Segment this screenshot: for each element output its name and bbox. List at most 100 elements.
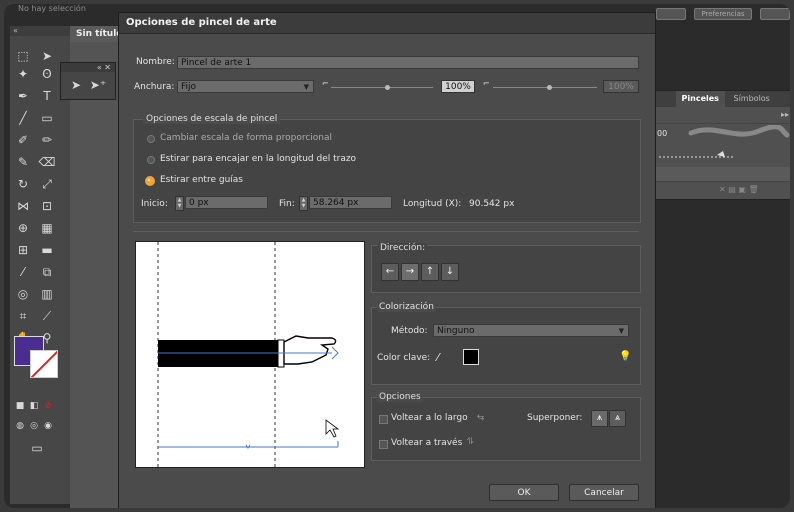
overlap-adjust-button[interactable]: ⩚ bbox=[591, 410, 608, 427]
key-color-swatch[interactable] bbox=[463, 349, 479, 365]
overlap-none-button[interactable]: ⩓ bbox=[609, 410, 626, 427]
width-slider-knob[interactable] bbox=[385, 85, 390, 90]
brush-row-selected[interactable] bbox=[655, 167, 790, 182]
brush-size-label: 00 bbox=[657, 129, 668, 138]
brush-preview bbox=[135, 241, 365, 468]
width-select-value: Fijo bbox=[181, 82, 197, 92]
end-input[interactable]: 58.264 px bbox=[309, 196, 392, 209]
direction-left-button[interactable]: ← bbox=[381, 263, 399, 281]
length-label: Longitud (X): bbox=[403, 199, 462, 209]
variation-percent-field[interactable]: 100% bbox=[603, 80, 639, 93]
type-tool-icon[interactable]: T bbox=[38, 88, 56, 104]
stretch-between-guides-radio[interactable] bbox=[145, 176, 155, 186]
draw-normal-icon[interactable]: ◍ bbox=[14, 418, 26, 434]
width-label: Anchura: bbox=[134, 82, 175, 92]
width-min-icon: ⌐ bbox=[322, 79, 329, 88]
start-stepper[interactable]: ▲ ▼ bbox=[175, 196, 184, 211]
calligraphic-brush-preview[interactable] bbox=[685, 125, 790, 141]
gradient-mode-icon[interactable]: ◧ bbox=[28, 398, 40, 414]
right-toolbar: Preferencias bbox=[654, 4, 790, 24]
flyout-selection-icon[interactable]: ➤ bbox=[67, 77, 85, 93]
lasso-tool-icon[interactable]: ʘ bbox=[38, 66, 56, 82]
variation-slider-knob[interactable] bbox=[547, 85, 552, 90]
symbol-sprayer-tool-icon[interactable]: ◎ bbox=[14, 286, 32, 302]
width-max-icon: ⌐ bbox=[483, 79, 490, 88]
method-label: Método: bbox=[391, 326, 428, 336]
screen-mode-icon[interactable]: ▭ bbox=[28, 440, 46, 456]
none-mode-icon[interactable]: ⊘ bbox=[42, 398, 54, 414]
flyout-add-anchor-icon[interactable]: ➤⁺ bbox=[89, 77, 107, 93]
width-tool-icon[interactable]: ⋈ bbox=[14, 198, 32, 214]
chevron-down-icon: ▼ bbox=[303, 83, 309, 91]
draw-behind-icon[interactable]: ◎ bbox=[28, 418, 40, 434]
overlap-label: Superponer: bbox=[527, 413, 583, 423]
blend-tool-icon[interactable]: ⧉ bbox=[38, 264, 56, 280]
flyout-close-icon[interactable]: « ✕ bbox=[61, 63, 115, 72]
flip-across-checkbox[interactable] bbox=[379, 440, 388, 449]
tools-flyout-panel: « ✕ ➤ ➤⁺ bbox=[60, 62, 116, 100]
workspace-pill[interactable] bbox=[760, 8, 790, 20]
flip-along-checkbox[interactable] bbox=[379, 415, 388, 424]
options-group bbox=[371, 397, 641, 461]
direct-selection-tool-icon[interactable]: ➤ bbox=[38, 48, 56, 64]
method-select[interactable]: Ninguno ▼ bbox=[433, 324, 629, 337]
eyedropper-icon[interactable]: ⁄ bbox=[437, 351, 439, 364]
eyedropper-tool-icon[interactable]: ⁄ bbox=[14, 264, 32, 280]
brush-preview-canvas bbox=[157, 242, 340, 467]
stroke-color-swatch[interactable] bbox=[30, 350, 58, 378]
start-label: Inicio: bbox=[141, 199, 168, 209]
stretch-to-fit-radio[interactable] bbox=[147, 156, 155, 164]
slice-tool-icon[interactable]: ⟋ bbox=[38, 308, 56, 324]
tab-brushes[interactable]: Pinceles bbox=[675, 91, 725, 107]
flip-across-label: Voltear a través bbox=[391, 438, 463, 448]
gradient-tool-icon[interactable]: ▬ bbox=[38, 242, 56, 258]
colorization-group bbox=[371, 307, 641, 385]
draw-inside-icon[interactable]: ◉ bbox=[42, 418, 54, 434]
rectangle-tool-icon[interactable]: ▭ bbox=[38, 110, 56, 126]
end-stepper[interactable]: ▲ ▼ bbox=[299, 196, 308, 211]
fill-mode-icon[interactable]: ■ bbox=[14, 398, 26, 414]
brush-library-icon[interactable]: ✕ ▤ ▣ 🗑 bbox=[719, 185, 759, 194]
key-color-label: Color clave: bbox=[377, 353, 431, 363]
brush-row[interactable] bbox=[655, 109, 790, 124]
pen-tool-icon[interactable]: ✒ bbox=[14, 88, 32, 104]
tools-panel-header[interactable]: « bbox=[10, 26, 70, 36]
width-slider-track[interactable] bbox=[331, 87, 433, 88]
rotate-tool-icon[interactable]: ↻ bbox=[14, 176, 32, 192]
colorization-title: Colorización bbox=[377, 302, 436, 312]
direction-up-button[interactable]: ↑ bbox=[421, 263, 439, 281]
variation-slider-track[interactable] bbox=[493, 87, 597, 88]
name-input[interactable]: Pincel de arte 1 bbox=[177, 56, 639, 69]
toolbar-pill[interactable] bbox=[656, 8, 686, 20]
line-tool-icon[interactable]: ╱ bbox=[14, 110, 32, 126]
length-value: 90.542 px bbox=[469, 199, 515, 209]
tab-symbols[interactable]: Símbolos bbox=[728, 91, 776, 107]
free-transform-tool-icon[interactable]: ⊡ bbox=[38, 198, 56, 214]
ok-button[interactable]: OK bbox=[489, 484, 559, 501]
shape-builder-tool-icon[interactable]: ⊕ bbox=[14, 220, 32, 236]
selection-tool-icon[interactable]: ⬚ bbox=[14, 48, 32, 64]
width-percent-field[interactable]: 100% bbox=[441, 80, 475, 93]
start-input[interactable]: 0 px bbox=[185, 196, 268, 209]
end-label: Fin: bbox=[279, 199, 295, 209]
direction-right-button[interactable]: → bbox=[401, 263, 419, 281]
pencil-tool-icon[interactable]: ✏ bbox=[38, 132, 56, 148]
scale-proportional-radio[interactable] bbox=[147, 135, 155, 143]
perspective-grid-tool-icon[interactable]: ▦ bbox=[38, 220, 56, 236]
graph-tool-icon[interactable]: ▥ bbox=[38, 286, 56, 302]
tips-icon[interactable]: 💡 bbox=[619, 351, 631, 362]
magic-wand-tool-icon[interactable]: ✦ bbox=[14, 66, 32, 82]
width-select[interactable]: Fijo ▼ bbox=[177, 80, 314, 93]
paintbrush-tool-icon[interactable]: ✐ bbox=[14, 132, 32, 148]
eraser-tool-icon[interactable]: ⌫ bbox=[38, 154, 56, 170]
art-brush-preview[interactable] bbox=[657, 145, 790, 167]
blob-brush-tool-icon[interactable]: ✎ bbox=[14, 154, 32, 170]
preferences-pill[interactable]: Preferencias bbox=[694, 8, 752, 20]
stretch-between-guides-label: Estirar entre guías bbox=[160, 175, 243, 185]
scale-tool-icon[interactable]: ⤢ bbox=[38, 176, 56, 192]
artboard-tool-icon[interactable]: ⌗ bbox=[14, 308, 32, 324]
cancel-button[interactable]: Cancelar bbox=[569, 484, 639, 501]
mesh-tool-icon[interactable]: ⊞ bbox=[14, 242, 32, 258]
direction-down-button[interactable]: ↓ bbox=[441, 263, 459, 281]
flip-along-label: Voltear a lo largo bbox=[391, 413, 468, 423]
